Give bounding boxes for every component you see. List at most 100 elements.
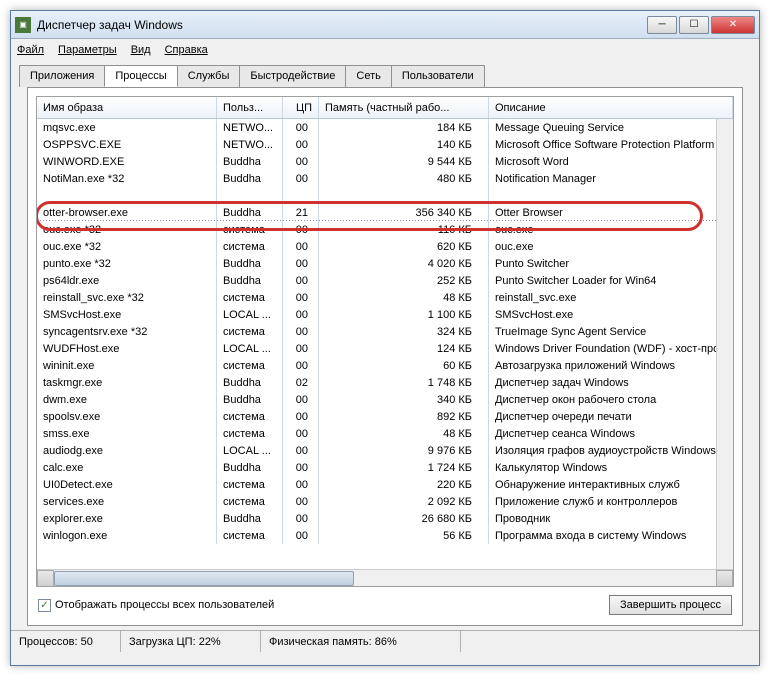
window-title: Диспетчер задач Windows — [37, 18, 647, 32]
cell-description: Изоляция графов аудиоустройств Windows — [489, 442, 733, 459]
table-row[interactable] — [37, 187, 733, 204]
table-row[interactable]: taskmgr.exeBuddha021 748 КБДиспетчер зад… — [37, 374, 733, 391]
taskmgr-window: ▣ Диспетчер задач Windows ─ ☐ ✕ Файл Пар… — [10, 10, 760, 666]
cell-user: LOCAL ... — [217, 442, 283, 459]
cell-memory: 220 КБ — [319, 476, 489, 493]
show-all-users-checkbox[interactable]: ✓ Отображать процессы всех пользователей — [38, 599, 274, 612]
cell-memory: 892 КБ — [319, 408, 489, 425]
table-row[interactable]: ouc.exe *32система00116 КБouc.exe — [37, 221, 733, 238]
cell-image: syncagentsrv.exe *32 — [37, 323, 217, 340]
table-row[interactable]: dwm.exeBuddha00340 КБДиспетчер окон рабо… — [37, 391, 733, 408]
menu-help[interactable]: Справка — [165, 44, 208, 56]
cell-image: explorer.exe — [37, 510, 217, 527]
cell-user: система — [217, 357, 283, 374]
cell-user: Buddha — [217, 459, 283, 476]
table-row[interactable]: wininit.exeсистема0060 КБАвтозагрузка пр… — [37, 357, 733, 374]
tab-processes[interactable]: Процессы — [104, 65, 177, 87]
tab-performance[interactable]: Быстродействие — [239, 65, 346, 87]
table-row[interactable]: spoolsv.exeсистема00892 КБДиспетчер очер… — [37, 408, 733, 425]
cell-image: punto.exe *32 — [37, 255, 217, 272]
list-header: Имя образа Польз... ЦП Память (частный р… — [37, 97, 733, 119]
cell-user: LOCAL ... — [217, 306, 283, 323]
close-button[interactable]: ✕ — [711, 16, 755, 34]
titlebar[interactable]: ▣ Диспетчер задач Windows ─ ☐ ✕ — [11, 11, 759, 39]
table-row[interactable]: SMSvcHost.exeLOCAL ...001 100 КБSMSvcHos… — [37, 306, 733, 323]
cell-cpu: 00 — [283, 527, 319, 544]
tab-services[interactable]: Службы — [177, 65, 241, 87]
cell-image: dwm.exe — [37, 391, 217, 408]
table-row[interactable]: UI0Detect.exeсистема00220 КБОбнаружение … — [37, 476, 733, 493]
cell-description: Microsoft Word — [489, 153, 733, 170]
cell-image: wininit.exe — [37, 357, 217, 374]
cell-cpu: 00 — [283, 255, 319, 272]
cell-cpu: 21 — [283, 204, 319, 221]
scrollbar-vertical[interactable] — [716, 119, 733, 569]
tab-users[interactable]: Пользователи — [391, 65, 485, 87]
cell-cpu: 00 — [283, 408, 319, 425]
col-memory[interactable]: Память (частный рабо... — [319, 97, 489, 118]
cell-cpu: 00 — [283, 153, 319, 170]
end-process-button[interactable]: Завершить процесс — [609, 595, 732, 615]
cell-image: ouc.exe *32 — [37, 221, 217, 238]
minimize-button[interactable]: ─ — [647, 16, 677, 34]
table-row[interactable]: reinstall_svc.exe *32система0048 КБreins… — [37, 289, 733, 306]
tab-network[interactable]: Сеть — [345, 65, 391, 87]
table-row[interactable]: ps64ldr.exeBuddha00252 КБPunto Switcher … — [37, 272, 733, 289]
scrollbar-horizontal[interactable] — [37, 569, 733, 586]
cell-description — [489, 187, 733, 204]
cell-description: ouc.exe — [489, 238, 733, 255]
status-processes: Процессов: 50 — [11, 631, 121, 652]
col-cpu[interactable]: ЦП — [283, 97, 319, 118]
cell-cpu: 00 — [283, 510, 319, 527]
cell-image: calc.exe — [37, 459, 217, 476]
table-row[interactable]: ouc.exe *32система00620 КБouc.exe — [37, 238, 733, 255]
table-row[interactable]: otter-browser.exeBuddha21356 340 КБOtter… — [37, 204, 733, 221]
cell-memory: 356 340 КБ — [319, 204, 489, 221]
tab-applications[interactable]: Приложения — [19, 65, 105, 87]
app-icon: ▣ — [15, 17, 31, 33]
table-row[interactable]: smss.exeсистема0048 КБДиспетчер сеанса W… — [37, 425, 733, 442]
cell-image: winlogon.exe — [37, 527, 217, 544]
cell-cpu: 00 — [283, 272, 319, 289]
table-row[interactable]: audiodg.exeLOCAL ...009 976 КБИзоляция г… — [37, 442, 733, 459]
table-row[interactable]: punto.exe *32Buddha004 020 КБPunto Switc… — [37, 255, 733, 272]
cell-cpu: 00 — [283, 459, 319, 476]
table-row[interactable]: OSPPSVC.EXENETWO...00140 КБMicrosoft Off… — [37, 136, 733, 153]
table-row[interactable]: WUDFHost.exeLOCAL ...00124 КБWindows Dri… — [37, 340, 733, 357]
menu-options[interactable]: Параметры — [58, 44, 117, 56]
maximize-button[interactable]: ☐ — [679, 16, 709, 34]
processes-panel: Имя образа Польз... ЦП Память (частный р… — [27, 87, 743, 626]
cell-image: ps64ldr.exe — [37, 272, 217, 289]
table-row[interactable]: services.exeсистема002 092 КБПриложение … — [37, 493, 733, 510]
cell-user: система — [217, 408, 283, 425]
cell-description: Notification Manager — [489, 170, 733, 187]
cell-description: Punto Switcher — [489, 255, 733, 272]
cell-user: NETWO... — [217, 119, 283, 136]
table-row[interactable]: NotiMan.exe *32Buddha00480 КБNotificatio… — [37, 170, 733, 187]
col-user[interactable]: Польз... — [217, 97, 283, 118]
cell-cpu: 00 — [283, 493, 319, 510]
cell-description: Диспетчер задач Windows — [489, 374, 733, 391]
table-row[interactable]: explorer.exeBuddha0026 680 КБПроводник — [37, 510, 733, 527]
table-row[interactable]: WINWORD.EXEBuddha009 544 КБMicrosoft Wor… — [37, 153, 733, 170]
cell-user: система — [217, 425, 283, 442]
table-row[interactable]: mqsvc.exeNETWO...00184 КБMessage Queuing… — [37, 119, 733, 136]
cell-memory: 340 КБ — [319, 391, 489, 408]
cell-memory: 48 КБ — [319, 289, 489, 306]
cell-description: Программа входа в систему Windows — [489, 527, 733, 544]
process-list[interactable]: Имя образа Польз... ЦП Память (частный р… — [36, 96, 734, 587]
menu-file[interactable]: Файл — [17, 44, 44, 56]
cell-cpu: 00 — [283, 221, 319, 238]
menu-view[interactable]: Вид — [131, 44, 151, 56]
cell-image: SMSvcHost.exe — [37, 306, 217, 323]
cell-cpu: 00 — [283, 306, 319, 323]
col-image[interactable]: Имя образа — [37, 97, 217, 118]
cell-cpu: 00 — [283, 119, 319, 136]
col-description[interactable]: Описание — [489, 97, 733, 118]
cell-image: UI0Detect.exe — [37, 476, 217, 493]
table-row[interactable]: syncagentsrv.exe *32система00324 КБTrueI… — [37, 323, 733, 340]
cell-description: reinstall_svc.exe — [489, 289, 733, 306]
cell-user: система — [217, 527, 283, 544]
table-row[interactable]: winlogon.exeсистема0056 КБПрограмма вход… — [37, 527, 733, 544]
table-row[interactable]: calc.exeBuddha001 724 КБКалькулятор Wind… — [37, 459, 733, 476]
